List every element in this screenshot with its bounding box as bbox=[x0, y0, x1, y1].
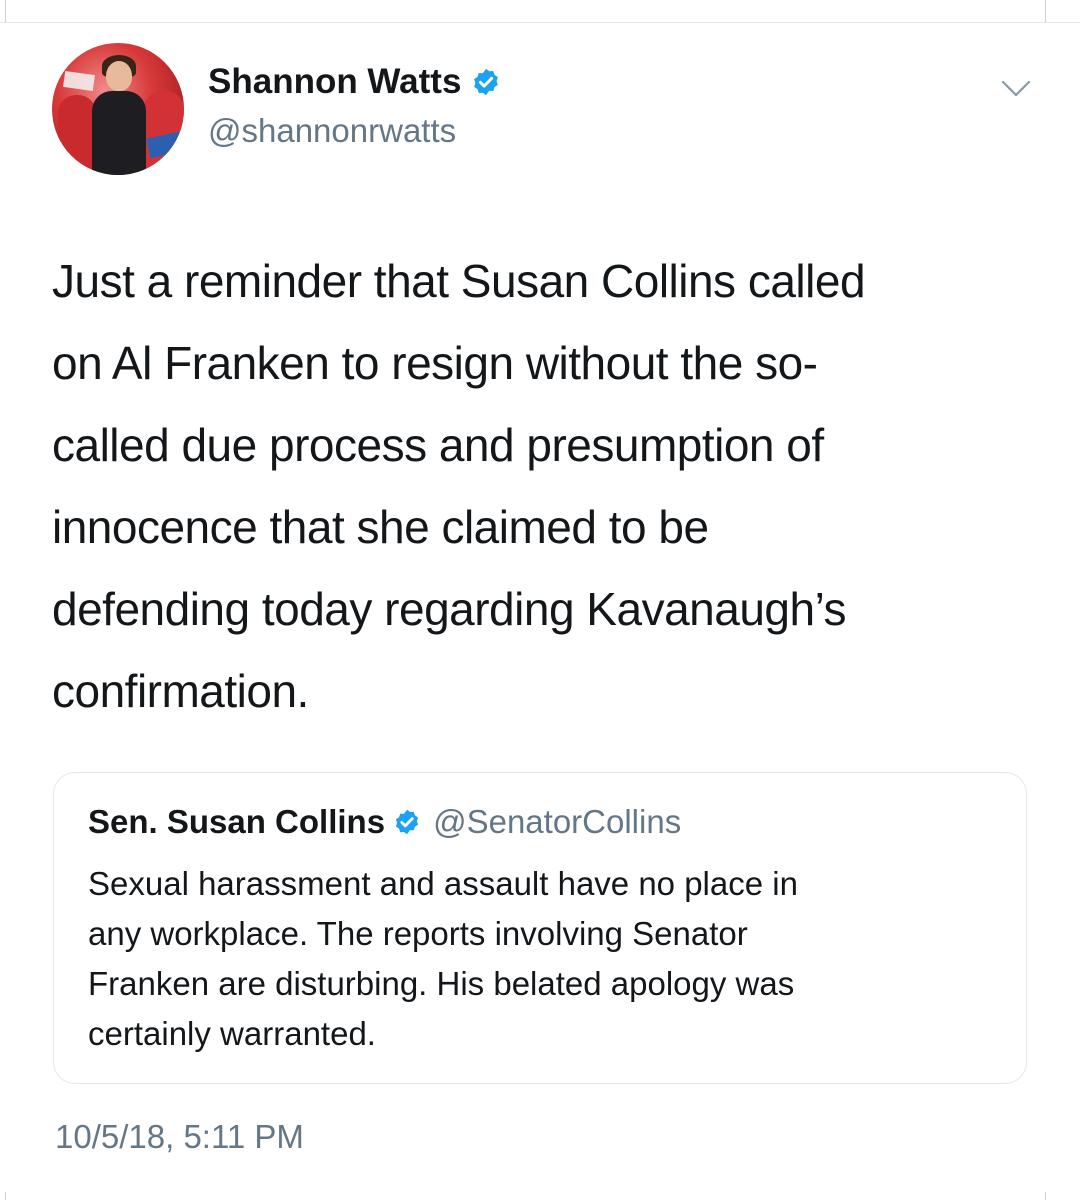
chevron-down-icon[interactable] bbox=[1000, 78, 1032, 100]
author-display-name[interactable]: Shannon Watts bbox=[208, 62, 461, 102]
quoted-tweet-header: Sen. Susan Collins @SenatorCollins bbox=[88, 803, 681, 841]
author-name-row: Shannon Watts bbox=[208, 62, 501, 102]
tweet-timestamp[interactable]: 10/5/18, 5:11 PM bbox=[55, 1118, 304, 1156]
author-avatar[interactable] bbox=[52, 43, 184, 175]
screenshot-top-border bbox=[0, 22, 1080, 23]
quoted-tweet-text: Sexual harassment and assault have no pl… bbox=[88, 865, 798, 1052]
tweet-text: Just a reminder that Susan Collins calle… bbox=[52, 255, 866, 717]
quoted-verified-badge-icon bbox=[395, 809, 419, 835]
avatar-sign-left bbox=[63, 70, 95, 92]
screenshot-bottom-left-edge bbox=[5, 1192, 6, 1200]
avatar-person-head bbox=[106, 61, 132, 91]
quoted-author-name: Sen. Susan Collins bbox=[88, 803, 386, 840]
author-handle[interactable]: @shannonrwatts bbox=[208, 112, 456, 150]
screenshot-right-edge bbox=[1045, 0, 1046, 22]
verified-badge-icon bbox=[474, 68, 499, 96]
screenshot-left-edge bbox=[5, 0, 6, 22]
quoted-author-handle: @SenatorCollins bbox=[433, 803, 682, 840]
avatar-person-body bbox=[92, 91, 146, 175]
quoted-tweet-card[interactable]: Sen. Susan Collins @SenatorCollins Sexua… bbox=[53, 772, 1027, 1084]
screenshot-bottom-right-edge bbox=[1045, 1192, 1046, 1200]
avatar-crowd-left bbox=[58, 95, 96, 175]
